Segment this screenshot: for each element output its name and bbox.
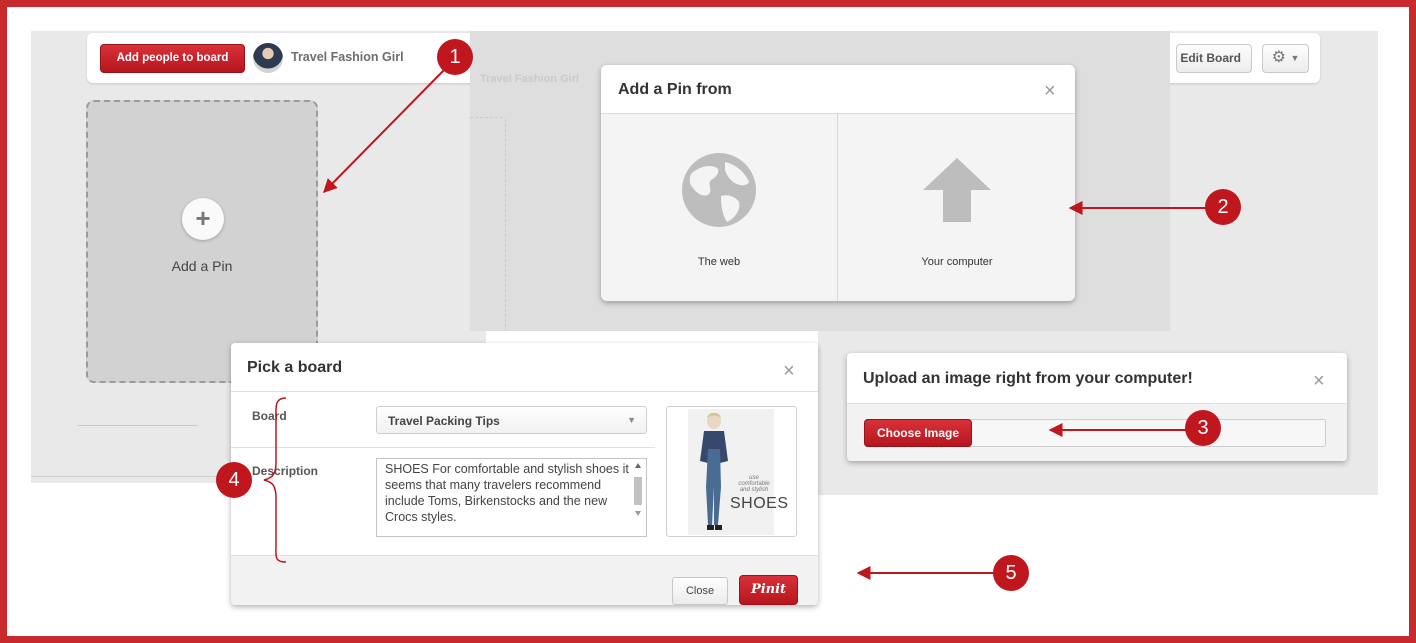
arrow-step-1 bbox=[323, 66, 448, 193]
step-badge-1: 1 bbox=[437, 39, 473, 75]
step-badge-5: 5 bbox=[993, 555, 1029, 591]
annotation-arrows bbox=[263, 66, 1206, 580]
step-badge-2: 2 bbox=[1205, 189, 1241, 225]
bracket-step-4 bbox=[263, 397, 287, 563]
step-badge-3: 3 bbox=[1185, 410, 1221, 446]
step-badge-4: 4 bbox=[216, 462, 252, 498]
